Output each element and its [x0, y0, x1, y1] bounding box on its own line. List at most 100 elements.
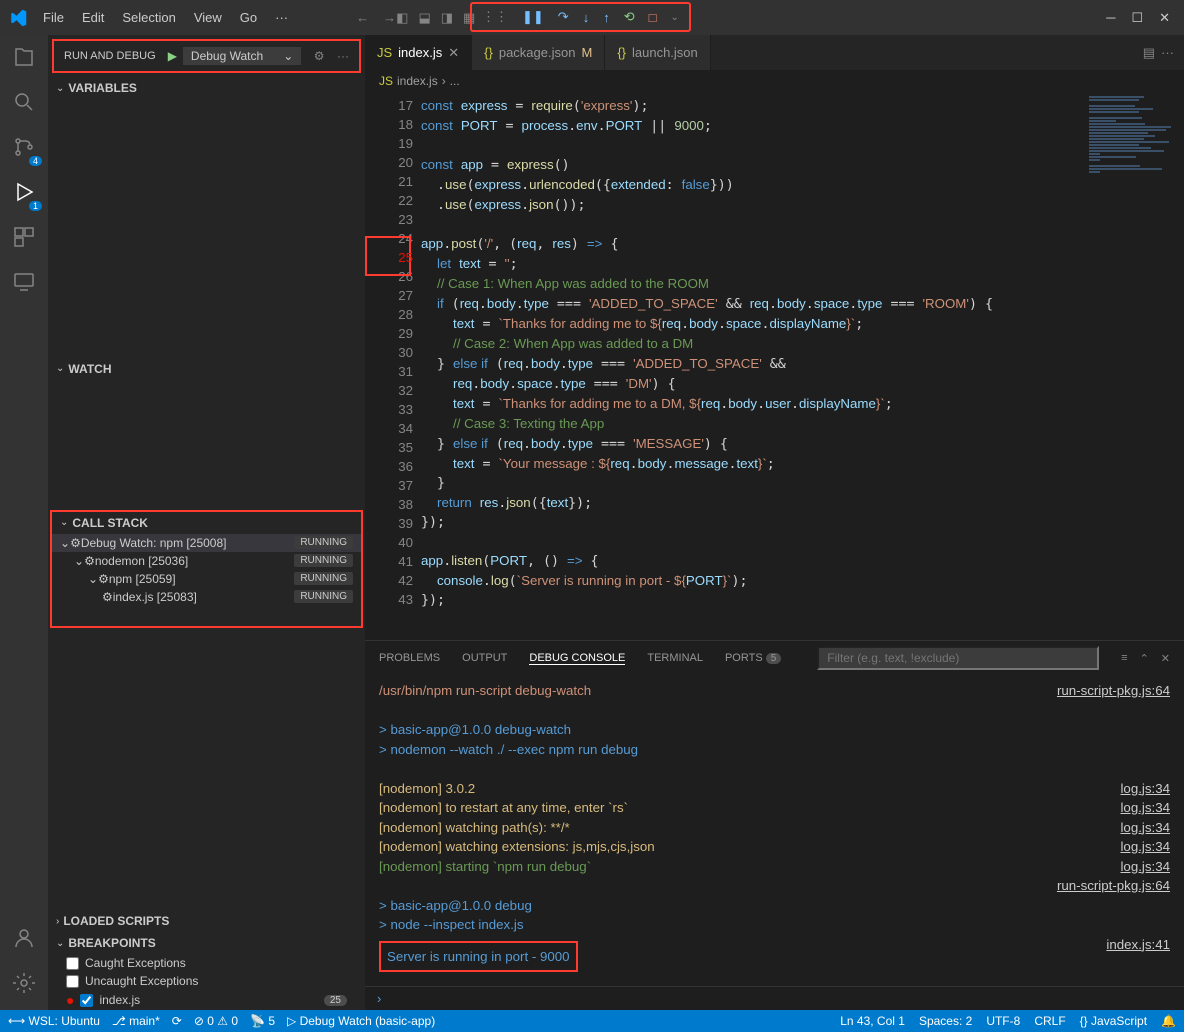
call-stack-item-label: index.js [25083] [113, 590, 197, 604]
debug-target-icon[interactable]: ⌄ [666, 10, 682, 25]
menu-file[interactable]: File [35, 6, 72, 29]
tab-launchjson[interactable]: {}launch.json [605, 35, 710, 70]
caught-checkbox[interactable] [66, 957, 79, 970]
extensions-icon[interactable] [12, 225, 36, 252]
close-tab-icon[interactable]: ✕ [448, 45, 459, 61]
minimize-icon[interactable]: ─ [1106, 10, 1115, 26]
toggle-secondary-icon[interactable]: ◨ [441, 10, 453, 26]
breadcrumb-label: index.js [397, 74, 438, 88]
tab-indexjs[interactable]: JSindex.js✕ [365, 35, 472, 70]
window-controls: ─ ☐ ✕ [1106, 10, 1184, 26]
debug-console-body[interactable]: /usr/bin/npm run-script debug-watchrun-s… [365, 675, 1184, 986]
maximize-icon[interactable]: ☐ [1131, 10, 1143, 26]
cursor-position[interactable]: Ln 43, Col 1 [840, 1014, 905, 1028]
minimap[interactable] [1084, 92, 1184, 640]
uncaught-checkbox[interactable] [66, 975, 79, 988]
remote-explorer-icon[interactable] [12, 270, 36, 297]
code-editor[interactable]: 1718192021222324252627282930313233343536… [365, 92, 1184, 640]
step-out-icon[interactable]: ↑ [599, 8, 614, 27]
tab-label: index.js [398, 45, 442, 60]
debug-toolbar: ⋮⋮ ❚❚ ↷ ↓ ↑ ⟲ □ ⌄ [470, 2, 691, 32]
tab-problems[interactable]: PROBLEMS [379, 652, 440, 664]
clear-console-icon[interactable]: ≡ [1121, 652, 1127, 665]
code-body[interactable]: const express = require('express'); cons… [421, 92, 1084, 640]
breakpoint-caught[interactable]: Caught Exceptions [48, 954, 365, 972]
call-stack-label: CALL STACK [72, 516, 148, 530]
tab-packagejson[interactable]: {}package.jsonM [472, 35, 605, 70]
nav-back-icon[interactable]: ← [356, 10, 369, 25]
toggle-panel-icon[interactable]: ⬓ [418, 10, 430, 26]
debug-console-prompt[interactable]: › [365, 986, 1184, 1010]
nav-controls: ← → [356, 10, 396, 25]
tab-ports[interactable]: PORTS 5 [725, 652, 781, 664]
eol[interactable]: CRLF [1034, 1014, 1065, 1028]
remote-indicator[interactable]: ⟷ WSL: Ubuntu [8, 1014, 100, 1028]
toggle-sidebar-icon[interactable]: ◧ [396, 10, 408, 26]
errors-count[interactable]: ⊘ 0 ⚠ 0 [194, 1014, 238, 1028]
breakpoints-header[interactable]: ⌄BREAKPOINTS [48, 932, 365, 954]
menu-selection[interactable]: Selection [114, 6, 183, 29]
stop-icon[interactable]: □ [645, 8, 661, 27]
restart-icon[interactable]: ⟲ [620, 7, 639, 27]
tab-output[interactable]: OUTPUT [462, 652, 507, 664]
drag-handle-icon[interactable]: ⋮⋮ [478, 7, 512, 27]
encoding[interactable]: UTF-8 [986, 1014, 1020, 1028]
debug-settings-icon[interactable]: ⚙ [314, 49, 325, 63]
menu-view[interactable]: View [186, 6, 230, 29]
status-badge: RUNNING [294, 590, 353, 603]
explorer-icon[interactable] [12, 45, 36, 72]
indentation[interactable]: Spaces: 2 [919, 1014, 972, 1028]
bp-file-checkbox[interactable] [80, 994, 93, 1007]
start-debug-icon[interactable]: ▶ [168, 49, 177, 63]
debug-status[interactable]: ▷ Debug Watch (basic-app) [287, 1014, 435, 1028]
modified-indicator: M [581, 45, 592, 60]
pause-icon[interactable]: ❚❚ [518, 7, 548, 27]
git-branch[interactable]: ⎇ main* [112, 1014, 160, 1028]
call-stack-header[interactable]: ⌄CALL STACK [52, 512, 361, 534]
breakpoint-uncaught[interactable]: Uncaught Exceptions [48, 972, 365, 990]
more-actions-icon[interactable]: ··· [1161, 45, 1174, 60]
editor-area: JS index.js ✕ {}package.jsonM {}launch.jso… [365, 35, 1184, 1010]
filter-input[interactable] [817, 646, 1099, 670]
line-gutter[interactable]: 1718192021222324252627282930313233343536… [365, 92, 421, 640]
tab-debug-console[interactable]: DEBUG CONSOLE [529, 652, 625, 665]
call-stack-item-label: nodemon [25036] [95, 554, 188, 568]
search-nav-icon[interactable] [12, 90, 36, 117]
call-stack-row[interactable]: ⌄⚙ nodemon [25036] RUNNING [52, 552, 361, 570]
breakpoint-dot-icon: ● [66, 992, 74, 1008]
close-icon[interactable]: ✕ [1159, 10, 1170, 26]
git-sync-icon[interactable]: ⟳ [172, 1014, 182, 1028]
tab-terminal[interactable]: TERMINAL [647, 652, 703, 664]
run-debug-icon[interactable]: 1 [12, 180, 36, 207]
watch-panel: ⌄WATCH [48, 358, 365, 508]
step-into-icon[interactable]: ↓ [579, 8, 594, 27]
watch-header[interactable]: ⌄WATCH [48, 358, 365, 380]
notifications-icon[interactable]: 🔔 [1161, 1014, 1176, 1028]
call-stack-row[interactable]: ⚙ index.js [25083] RUNNING [52, 588, 361, 606]
account-icon[interactable] [12, 926, 36, 953]
variables-label: VARIABLES [68, 81, 136, 95]
js-icon: JS [379, 74, 393, 88]
breadcrumb[interactable]: JSindex.js›... [365, 70, 1184, 92]
menu-overflow-icon[interactable]: ··· [267, 6, 296, 29]
ports-forwarded[interactable]: 📡 5 [250, 1014, 275, 1028]
nav-forward-icon[interactable]: → [383, 10, 396, 25]
more-icon[interactable]: ··· [337, 49, 349, 63]
call-stack-row[interactable]: ⌄⚙ Debug Watch: npm [25008] RUNNING [52, 534, 361, 552]
call-stack-row[interactable]: ⌄⚙ npm [25059] RUNNING [52, 570, 361, 588]
close-panel-icon[interactable]: ✕ [1161, 652, 1170, 665]
step-over-icon[interactable]: ↷ [554, 7, 573, 27]
menu-edit[interactable]: Edit [74, 6, 112, 29]
debug-config-dropdown[interactable]: Debug Watch ⌄ [183, 47, 301, 65]
json-icon: {} [617, 45, 626, 60]
split-editor-icon[interactable]: ▤ [1143, 45, 1155, 61]
settings-gear-icon[interactable] [12, 971, 36, 998]
source-control-icon[interactable]: 4 [12, 135, 36, 162]
collapse-icon[interactable]: ⌃ [1140, 652, 1149, 665]
breakpoint-file[interactable]: ●index.js25 [48, 990, 365, 1010]
menu-go[interactable]: Go [232, 6, 265, 29]
language-mode[interactable]: {} JavaScript [1080, 1014, 1147, 1028]
call-stack-item-label: npm [25059] [109, 572, 176, 586]
variables-header[interactable]: ⌄VARIABLES [48, 77, 365, 99]
loaded-scripts-header[interactable]: ›LOADED SCRIPTS [48, 910, 365, 932]
